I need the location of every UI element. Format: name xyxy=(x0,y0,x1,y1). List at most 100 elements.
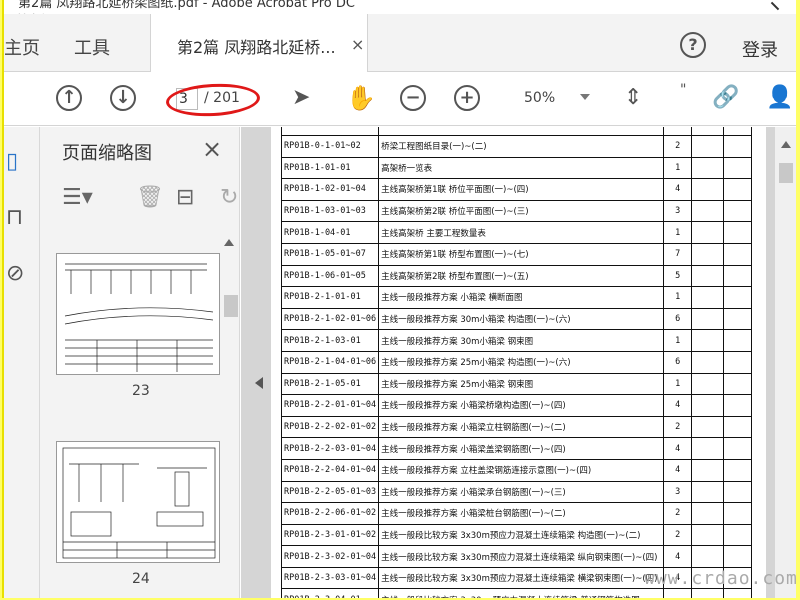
prev-page-icon[interactable]: ↑ xyxy=(56,85,82,111)
cell-code: RP01B-2-1-01-01 xyxy=(280,286,380,309)
cell-empty xyxy=(691,545,725,568)
cell-name: 主线一般段推荐方案 30m小箱梁 钢束图 xyxy=(378,329,665,352)
table-row: RP01B-2-1-01-01 主线一般段推荐方案 小箱梁 横断面图 1 xyxy=(280,286,753,309)
cell-count: 3 xyxy=(663,199,693,223)
table-row: RP01B-1-01-01 高架桥一览表 1 xyxy=(280,156,753,180)
options-menu-icon[interactable]: ☰▾ xyxy=(62,185,93,210)
cell-empty xyxy=(691,458,725,482)
document-scrollbar[interactable] xyxy=(775,127,796,598)
close-pane-icon[interactable]: × xyxy=(202,135,222,163)
cell-name: 主线一般段比较方案 3x30m预应力混凝土连续箱梁 纵向钢束图(一)~(四) xyxy=(378,545,665,568)
rotate-icon[interactable]: ↻ xyxy=(220,185,238,210)
cell-empty xyxy=(723,221,753,244)
scrollbar-thumb[interactable] xyxy=(779,163,793,183)
cell-name: 主线一般段推荐方案 小箱梁 横断面图 xyxy=(378,286,665,309)
table-row: RP01B-2-2-01-01~04 主线一般段推荐方案 小箱梁桥墩构造图(一)~… xyxy=(280,394,753,417)
cell-code: RP01B-1-03-01~03 xyxy=(280,199,380,223)
table-row: RP01B-2-2-03-01~04 主线一般段推荐方案 小箱梁盖梁钢筋图(一)~… xyxy=(280,437,753,460)
fit-page-icon[interactable]: ⇕ xyxy=(624,85,650,111)
document-view[interactable]: RP01B-0-1-01~02 桥梁工程图纸目录(一)~(二) 2 RP01B-1-0… xyxy=(241,127,796,598)
cell-empty xyxy=(723,372,753,396)
cell-code: RP01B-1-02-01~04 xyxy=(280,178,380,201)
scroll-up-icon[interactable] xyxy=(224,239,234,246)
collapse-pane-icon[interactable] xyxy=(255,377,263,389)
cell-empty xyxy=(691,372,725,396)
cell-code: RP01B-1-06-01~05 xyxy=(280,264,380,288)
window-title: 第2篇 凤翔路北延桥梁图纸.pdf - Adobe Acrobat Pro DC xyxy=(18,0,355,11)
thumbnail-drawing xyxy=(62,447,216,559)
cell-empty xyxy=(691,242,725,266)
thumbnail-toolbar: ☰▾ 🗑 ⊟ ↻ xyxy=(40,179,240,219)
cell-name: 主线一般段比较方案 3x30m预应力混凝土连续箱梁 构造图(一)~(二) xyxy=(378,523,665,547)
attachment-icon[interactable]: ⊘ xyxy=(6,261,24,286)
thumbnail-page-number: 24 xyxy=(132,571,150,587)
next-page-icon[interactable]: ↓ xyxy=(110,85,136,111)
insert-page-icon[interactable]: ⊟ xyxy=(176,185,194,210)
cell-count: 2 xyxy=(663,502,693,525)
cell-code: RP01B-2-2-05-01~03 xyxy=(280,480,380,504)
bookmark-icon[interactable]: ⊓ xyxy=(6,205,23,230)
cell-code: RP01B-2-3-02-01~04 xyxy=(280,545,380,568)
tab-document[interactable]: 第2篇 凤翔路北延桥... × xyxy=(150,14,368,73)
cell-count: 6 xyxy=(663,307,693,331)
tab-home[interactable]: 主页 xyxy=(4,34,40,60)
help-icon[interactable]: ? xyxy=(680,32,706,58)
table-row: RP01B-2-2-02-01~02 主线一般段推荐方案 小箱梁立柱钢筋图(一)~… xyxy=(280,415,753,439)
thumbnail-pane: 页面缩略图 × ☰▾ 🗑 ⊟ ↻ 23 24 xyxy=(40,127,240,598)
page-thumbnails-icon[interactable]: ▯ xyxy=(6,149,18,174)
thumbnail-scrollbar[interactable] xyxy=(222,239,238,598)
table-row: RP01B-2-2-06-01~02 主线一般段推荐方案 小箱梁桩台钢筋图(一)~… xyxy=(280,502,753,525)
page-thumbnail-24[interactable] xyxy=(56,441,220,563)
close-window-icon[interactable] xyxy=(768,0,782,14)
zoom-in-icon[interactable]: + xyxy=(454,85,480,111)
cell-name: 主线一般段推荐方案 小箱梁承台钢筋图(一)~(三) xyxy=(378,480,665,504)
title-bar: 第2篇 凤翔路北延桥梁图纸.pdf - Adobe Acrobat Pro DC xyxy=(4,0,796,14)
table-header-row xyxy=(280,127,753,136)
cell-empty xyxy=(723,286,753,309)
zoom-dropdown-icon[interactable] xyxy=(580,94,590,100)
cell-empty xyxy=(691,264,725,288)
close-tab-icon[interactable]: × xyxy=(351,35,364,54)
cell-empty xyxy=(723,588,753,598)
table-row: RP01B-2-1-04-01~06 主线一般段推荐方案 25m小箱梁 构造图(一… xyxy=(280,350,753,374)
tab-bar: 主页 工具 第2篇 凤翔路北延桥... × ? 登录 xyxy=(4,14,796,73)
cell-code: RP01B-2-3-01-01~02 xyxy=(280,523,380,547)
select-cursor-icon[interactable]: ➤ xyxy=(292,85,318,111)
site-watermark-url: www.crdao.com xyxy=(644,568,796,589)
cell-empty xyxy=(723,394,753,417)
login-button[interactable]: 登录 xyxy=(742,36,778,62)
link-icon[interactable]: 🔗 xyxy=(712,85,739,111)
cell-empty xyxy=(723,350,753,374)
cell-code: RP01B-0-1-01~02 xyxy=(280,135,380,158)
zoom-level[interactable]: 50% xyxy=(524,90,555,106)
delete-icon[interactable]: 🗑 xyxy=(136,185,164,210)
add-user-icon[interactable]: 👤 xyxy=(766,85,793,111)
drawing-index-table: RP01B-0-1-01~02 桥梁工程图纸目录(一)~(二) 2 RP01B-1-0… xyxy=(280,127,753,598)
tab-document-label: 第2篇 凤翔路北延桥... xyxy=(177,38,336,57)
cell-empty xyxy=(691,178,725,201)
hand-tool-icon[interactable]: ✋ xyxy=(346,85,376,111)
quote-icon[interactable]: " xyxy=(680,83,706,111)
cell-count xyxy=(663,588,693,598)
cell-count: 1 xyxy=(663,221,693,244)
cell-code: RP01B-2-2-02-01~02 xyxy=(280,415,380,439)
cell-empty xyxy=(691,135,725,158)
cell-empty xyxy=(723,329,753,352)
cell-empty xyxy=(723,437,753,460)
scrollbar-thumb[interactable] xyxy=(224,295,238,317)
cell-count: 1 xyxy=(663,156,693,180)
table-row: RP01B-2-2-05-01~03 主线一般段推荐方案 小箱梁承台钢筋图(一)~… xyxy=(280,480,753,504)
acrobat-window: 第2篇 凤翔路北延桥梁图纸.pdf - Adobe Acrobat Pro DC… xyxy=(2,0,796,598)
cell-count: 7 xyxy=(663,242,693,266)
cell-code: RP01B-2-3-03-01~04 xyxy=(280,566,380,590)
scroll-up-icon[interactable] xyxy=(781,141,791,148)
cell-empty xyxy=(723,242,753,266)
zoom-out-icon[interactable]: − xyxy=(400,85,426,111)
cell-empty xyxy=(723,545,753,568)
page-thumbnail-23[interactable] xyxy=(56,253,220,375)
cell-empty xyxy=(723,307,753,331)
cell-count: 4 xyxy=(663,394,693,417)
cell-count: 5 xyxy=(663,264,693,288)
tab-tools[interactable]: 工具 xyxy=(74,34,110,60)
cell-name: 高架桥一览表 xyxy=(378,156,665,180)
